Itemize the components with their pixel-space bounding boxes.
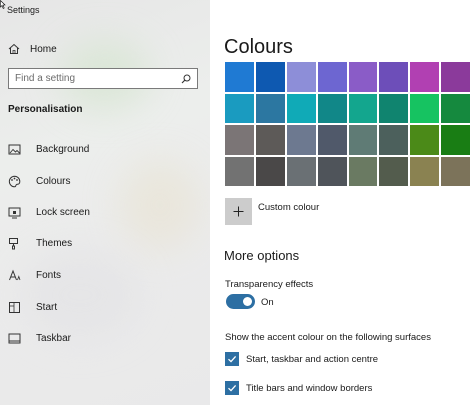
- sidebar-backdrop-blur: [20, 250, 140, 340]
- colour-swatch[interactable]: [441, 125, 470, 155]
- colour-swatch[interactable]: [441, 156, 470, 186]
- start-icon: [8, 301, 21, 314]
- taskbar-icon: [8, 332, 21, 345]
- plus-icon: [233, 206, 244, 217]
- sidebar-item-label: Background: [36, 143, 90, 155]
- home-label: Home: [30, 43, 57, 55]
- colour-swatch[interactable]: [286, 93, 316, 123]
- colour-swatch[interactable]: [410, 125, 440, 155]
- search-input[interactable]: [15, 73, 181, 84]
- title-bars-checkbox[interactable]: [225, 381, 239, 395]
- transparency-toggle[interactable]: [226, 294, 255, 309]
- font-icon: [8, 269, 21, 282]
- search-box[interactable]: [8, 68, 198, 89]
- colour-swatch-grid: [225, 62, 470, 186]
- colour-swatch[interactable]: [379, 62, 409, 92]
- toggle-knob: [243, 297, 252, 306]
- colour-swatch[interactable]: [410, 62, 440, 92]
- checkmark-icon: [228, 355, 237, 363]
- colour-swatch[interactable]: [255, 93, 285, 123]
- colour-swatch[interactable]: [317, 62, 347, 92]
- colour-swatch[interactable]: [348, 62, 378, 92]
- sidebar-item-label: Themes: [36, 237, 73, 249]
- colour-swatch[interactable]: [317, 93, 347, 123]
- colour-swatch[interactable]: [225, 125, 254, 155]
- colour-swatch[interactable]: [379, 93, 409, 123]
- sidebar-item-background[interactable]: Background: [8, 140, 89, 158]
- checkbox-label: Title bars and window borders: [246, 382, 373, 394]
- transparency-state: On: [261, 297, 274, 308]
- main-content: Colours Custom colour More options Trans…: [210, 0, 474, 405]
- checkbox-label: Start, taskbar and action centre: [246, 353, 379, 365]
- sidebar-item-label: Taskbar: [36, 332, 72, 344]
- more-options-title: More options: [224, 248, 300, 263]
- sidebar-item-label: Lock screen: [36, 206, 90, 218]
- colour-swatch[interactable]: [225, 156, 254, 186]
- palette-icon: [8, 175, 21, 188]
- colour-swatch[interactable]: [286, 62, 316, 92]
- sidebar-item-label: Start: [36, 301, 58, 313]
- home-nav-item[interactable]: Home: [8, 40, 57, 58]
- colour-swatch[interactable]: [441, 62, 470, 92]
- sidebar-item-fonts[interactable]: Fonts: [8, 266, 61, 284]
- custom-colour-label: Custom colour: [258, 202, 320, 213]
- colour-swatch[interactable]: [348, 93, 378, 123]
- section-title: Personalisation: [8, 104, 83, 115]
- search-icon[interactable]: [181, 74, 191, 84]
- custom-colour-button[interactable]: [225, 198, 252, 225]
- colour-swatch[interactable]: [255, 62, 285, 92]
- checkmark-icon: [228, 384, 237, 392]
- sidebar-item-themes[interactable]: Themes: [8, 234, 72, 252]
- checkbox-row-title-bars[interactable]: Title bars and window borders: [225, 381, 372, 395]
- sidebar: Settings Home Personalisation Background…: [0, 0, 210, 405]
- sidebar-item-colours[interactable]: Colours: [8, 172, 70, 190]
- sidebar-item-taskbar[interactable]: Taskbar: [8, 329, 71, 347]
- home-icon: [8, 43, 20, 54]
- colour-swatch[interactable]: [410, 156, 440, 186]
- sidebar-backdrop-blur: [120, 160, 200, 250]
- colour-swatch[interactable]: [348, 125, 378, 155]
- picture-icon: [8, 143, 21, 156]
- transparency-label: Transparency effects: [225, 279, 314, 290]
- colour-swatch[interactable]: [286, 156, 316, 186]
- checkbox-row-start-taskbar[interactable]: Start, taskbar and action centre: [225, 352, 378, 366]
- colour-swatch[interactable]: [379, 156, 409, 186]
- colour-swatch[interactable]: [317, 156, 347, 186]
- colour-swatch[interactable]: [379, 125, 409, 155]
- colour-swatch[interactable]: [348, 156, 378, 186]
- sidebar-item-label: Colours: [36, 175, 71, 187]
- colour-swatch[interactable]: [286, 125, 316, 155]
- colour-swatch[interactable]: [410, 93, 440, 123]
- lock-screen-icon: [8, 206, 21, 219]
- sidebar-item-start[interactable]: Start: [8, 298, 57, 316]
- colour-swatch[interactable]: [255, 125, 285, 155]
- colour-swatch[interactable]: [441, 93, 470, 123]
- page-title: Colours: [224, 36, 293, 58]
- accent-surfaces-label: Show the accent colour on the following …: [225, 332, 431, 343]
- sidebar-item-label: Fonts: [36, 269, 62, 281]
- colour-swatch[interactable]: [255, 156, 285, 186]
- sidebar-item-lock-screen[interactable]: Lock screen: [8, 203, 90, 221]
- colour-swatch[interactable]: [225, 93, 254, 123]
- start-taskbar-checkbox[interactable]: [225, 352, 239, 366]
- colour-swatch[interactable]: [317, 125, 347, 155]
- mouse-cursor-icon: [0, 0, 6, 9]
- brush-icon: [8, 237, 21, 250]
- window-title: Settings: [7, 5, 40, 15]
- colour-swatch[interactable]: [225, 62, 254, 92]
